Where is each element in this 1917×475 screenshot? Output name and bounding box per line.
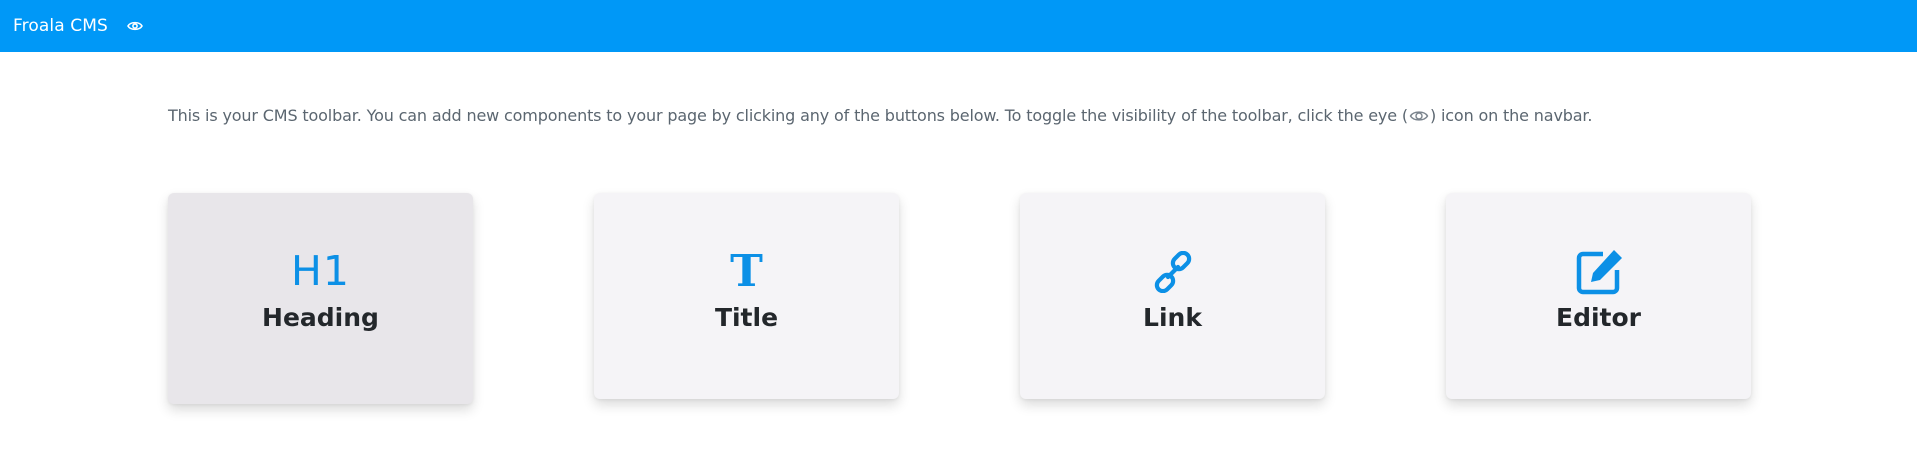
navbar: Froala CMS [0,0,1917,52]
add-editor-label: Editor [1556,303,1641,332]
toolbar-description: This is your CMS toolbar. You can add ne… [168,106,1592,127]
add-link-label: Link [1143,303,1202,332]
add-heading-label: Heading [262,303,379,332]
title-t-icon: T [730,246,763,297]
add-title-label: Title [714,303,779,332]
add-title-button[interactable]: T Title [594,193,899,399]
h1-icon: H1 [291,247,350,295]
eye-icon[interactable] [124,15,146,37]
add-link-button[interactable]: Link [1020,193,1325,399]
edit-icon [1573,249,1625,294]
add-editor-button[interactable]: Editor [1446,193,1751,399]
description-text-before: This is your CMS toolbar. You can add ne… [168,106,1408,125]
add-heading-button[interactable]: H1 Heading [168,193,473,404]
link-icon [1152,250,1194,293]
eye-icon [1409,108,1429,127]
description-text-after: ) icon on the navbar. [1429,106,1593,125]
brand-title[interactable]: Froala CMS [13,16,108,36]
